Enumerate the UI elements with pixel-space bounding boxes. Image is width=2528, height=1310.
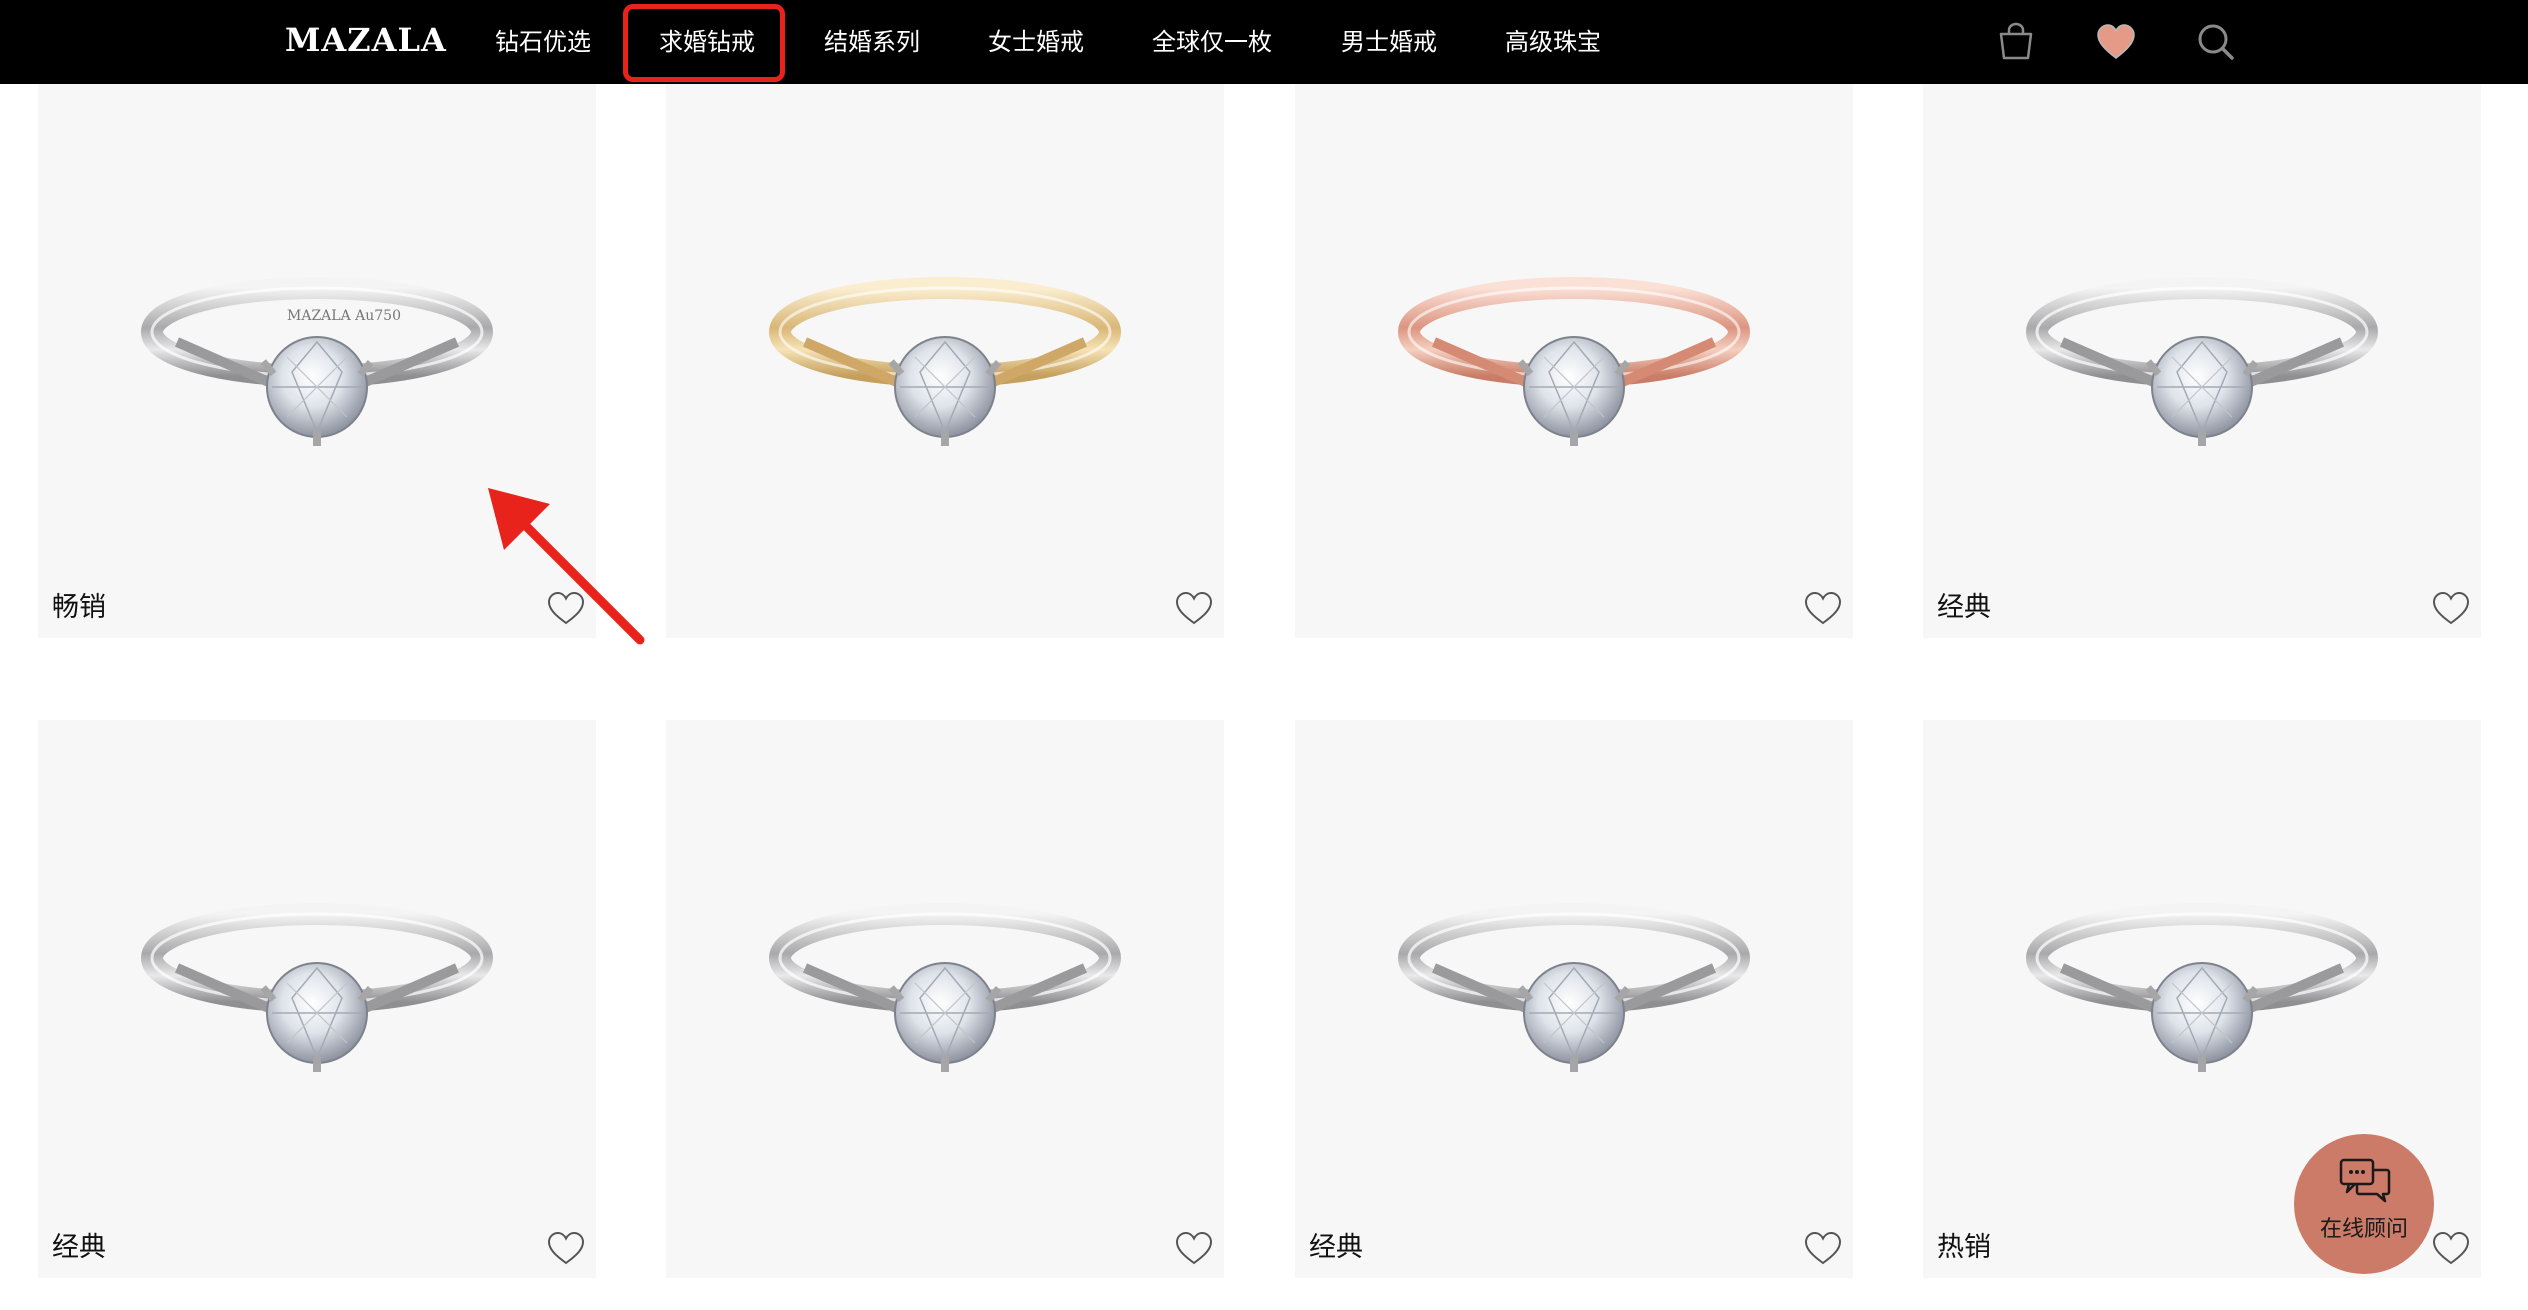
ring-image xyxy=(2022,888,2382,1108)
product-tag: 经典 xyxy=(52,1232,106,1263)
favorite-heart-icon[interactable] xyxy=(1174,1228,1214,1268)
chat-bubbles-icon xyxy=(2339,1158,2391,1203)
product-card[interactable] xyxy=(1295,84,1853,638)
favorite-heart-icon[interactable] xyxy=(1803,588,1843,628)
ring-image xyxy=(765,262,1125,482)
heart-icon[interactable] xyxy=(2094,20,2138,64)
ring-image xyxy=(137,888,497,1108)
favorite-heart-icon[interactable] xyxy=(1174,588,1214,628)
ring-image xyxy=(1394,262,1754,482)
nav-womens-bands[interactable]: 女士婚戒 xyxy=(988,22,1084,62)
brand-logo[interactable]: MAZALA xyxy=(285,18,447,62)
nav-one-of-a-kind[interactable]: 全球仅一枚 xyxy=(1152,22,1272,62)
ring-engraving: MAZALA Au750 xyxy=(287,308,401,324)
product-tag: 经典 xyxy=(1937,592,1991,623)
nav-fine-jewelry[interactable]: 高级珠宝 xyxy=(1505,22,1601,62)
ring-image xyxy=(2022,262,2382,482)
search-icon[interactable] xyxy=(2194,20,2238,64)
active-nav-highlight-box xyxy=(623,4,785,82)
favorite-heart-icon[interactable] xyxy=(2431,588,2471,628)
ring-image xyxy=(765,888,1125,1108)
product-tag: 经典 xyxy=(1309,1232,1363,1263)
product-tag: 畅销 xyxy=(52,592,106,623)
online-consultant-button[interactable]: 在线顾问 xyxy=(2294,1134,2434,1274)
nav-diamond-selection[interactable]: 钻石优选 xyxy=(495,22,591,62)
nav-wedding-series[interactable]: 结婚系列 xyxy=(824,22,920,62)
product-card[interactable] xyxy=(666,720,1224,1278)
ring-image xyxy=(1394,888,1754,1108)
bag-icon[interactable] xyxy=(1994,20,2038,64)
product-card[interactable]: 经典 xyxy=(1295,720,1853,1278)
consult-label: 在线顾问 xyxy=(2319,1217,2408,1242)
product-tag: 热销 xyxy=(1937,1232,1991,1263)
ring-image: MAZALA Au750 xyxy=(137,262,497,482)
favorite-heart-icon[interactable] xyxy=(546,588,586,628)
favorite-heart-icon[interactable] xyxy=(2431,1228,2471,1268)
product-card[interactable]: 经典 xyxy=(38,720,596,1278)
favorite-heart-icon[interactable] xyxy=(1803,1228,1843,1268)
product-card[interactable]: MAZALA Au750 畅销 xyxy=(38,84,596,638)
product-card[interactable] xyxy=(666,84,1224,638)
product-card[interactable]: 经典 xyxy=(1923,84,2481,638)
favorite-heart-icon[interactable] xyxy=(546,1228,586,1268)
top-navigation-bar: MAZALA 钻石优选 求婚钻戒 结婚系列 女士婚戒 全球仅一枚 男士婚戒 高级… xyxy=(0,0,2528,84)
nav-mens-bands[interactable]: 男士婚戒 xyxy=(1341,22,1437,62)
